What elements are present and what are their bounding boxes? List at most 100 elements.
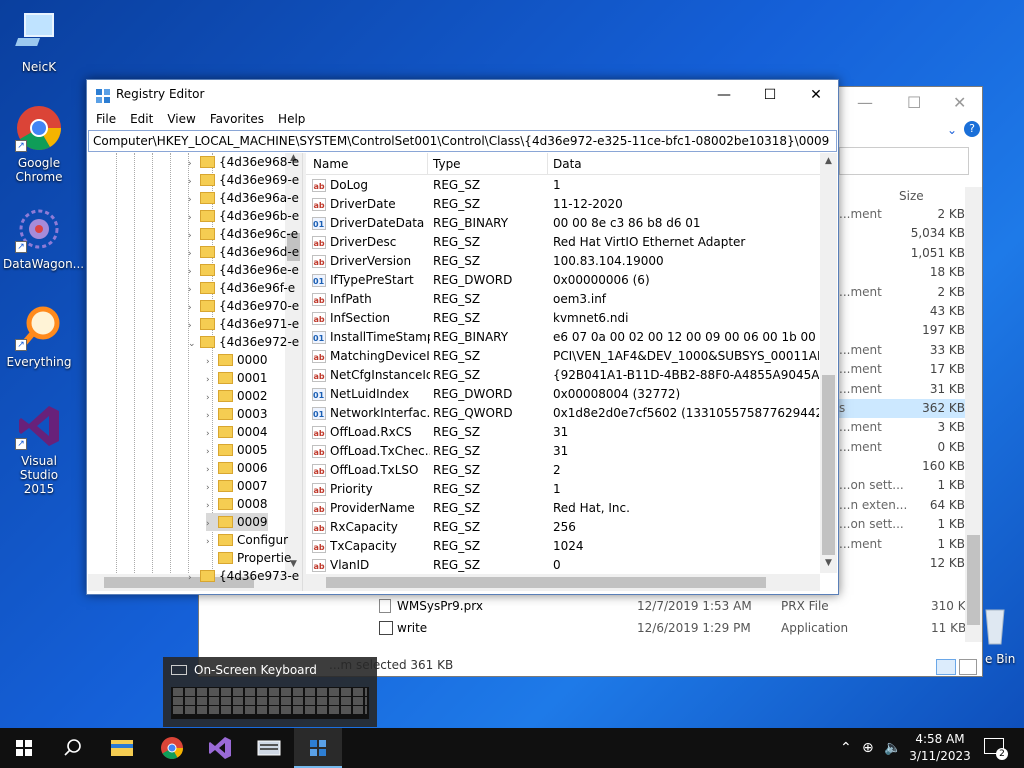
file-row[interactable]: write 12/6/2019 1:29 PM Application 11 K… [375, 617, 975, 639]
explorer-file-row[interactable]: ...ment 2 KB [839, 283, 969, 302]
column-separator[interactable] [547, 153, 548, 175]
explorer-file-row[interactable]: ...ment 1 KB [839, 535, 969, 554]
close-button[interactable]: ✕ [793, 80, 839, 110]
explorer-file-row[interactable]: ...on sett... 1 KB [839, 515, 969, 534]
tree-node[interactable]: › 0007 [206, 477, 268, 495]
taskbar-regedit[interactable] [294, 728, 342, 768]
registry-value-row[interactable]: ab OffLoad.TxLSO REG_SZ 2 [306, 461, 818, 480]
registry-value-row[interactable]: ab InfPath REG_SZ oem3.inf [306, 290, 818, 309]
registry-value-row[interactable]: ab DoLog REG_SZ 1 [306, 176, 818, 195]
explorer-file-row[interactable]: 43 KB [839, 302, 969, 321]
recycle-bin-label[interactable]: e Bin [985, 652, 1015, 666]
maximize-button[interactable]: ☐ [747, 80, 793, 110]
search-button[interactable] [48, 728, 96, 768]
registry-tree[interactable]: ▲ ▼ › {4d36e968-e › {4d36e969-e › {4d36e96a-e… [88, 153, 303, 591]
chevron-up-icon[interactable]: ⌃ [840, 728, 852, 768]
scroll-down-icon[interactable]: ▼ [820, 558, 837, 568]
tree-node[interactable]: › 0002 [206, 387, 268, 405]
explorer-file-row[interactable]: s 362 KB [839, 398, 969, 419]
scroll-thumb[interactable] [326, 577, 766, 588]
registry-value-row[interactable]: ab MatchingDeviceId REG_SZ PCI\VEN_1AF4&DEV… [306, 347, 819, 366]
close-icon[interactable]: ✕ [953, 93, 966, 112]
column-header-type[interactable]: Type [433, 153, 461, 175]
taskbar-clock[interactable]: 4:58 AM 3/11/2023 [905, 731, 975, 765]
tree-node[interactable]: › {4d36e971-e [188, 315, 299, 333]
registry-value-row[interactable]: ab ProviderName REG_SZ Red Hat, Inc. [306, 499, 818, 518]
tree-node[interactable]: ⌄ {4d36e972-e [188, 333, 299, 351]
network-icon[interactable]: ⊕ [862, 728, 874, 768]
regedit-titlebar[interactable]: Registry Editor — ☐ ✕ [87, 80, 838, 110]
tree-node[interactable]: › {4d36e973-e [188, 567, 299, 585]
large-icons-view-icon[interactable] [959, 659, 977, 675]
explorer-vscrollbar[interactable] [965, 187, 982, 642]
registry-value-row[interactable]: ab OffLoad.TxChec... REG_SZ 31 [306, 442, 818, 461]
explorer-file-row[interactable]: ...ment 33 KB [839, 341, 969, 360]
tree-node[interactable]: › 0003 [206, 405, 268, 423]
registry-value-row[interactable]: ab DriverDesc REG_SZ Red Hat VirtIO Etherne… [306, 233, 818, 252]
tree-node[interactable]: › {4d36e970-e [188, 297, 299, 315]
tree-node[interactable]: › {4d36e96f-e [188, 279, 295, 297]
tree-node[interactable]: › {4d36e96c-e [188, 225, 298, 243]
address-bar[interactable]: Computer\HKEY_LOCAL_MACHINE\SYSTEM\Contr… [88, 130, 837, 152]
registry-value-row[interactable]: ab Priority REG_SZ 1 [306, 480, 818, 499]
registry-value-row[interactable]: 011 NetLuidIndex REG_DWORD 0x00008004 (3277… [306, 385, 818, 404]
file-row[interactable]: WMSysPr9.prx 12/7/2019 1:53 AM PRX File … [375, 595, 975, 617]
chevron-down-icon[interactable]: ⌄ [947, 123, 957, 137]
explorer-file-row[interactable]: 197 KB [839, 321, 969, 340]
registry-value-row[interactable]: ab OffLoad.RxCS REG_SZ 31 [306, 423, 818, 442]
explorer-file-row[interactable]: ...ment 3 KB [839, 418, 969, 437]
registry-value-row[interactable]: ab DriverVersion REG_SZ 100.83.104.19000 [306, 252, 818, 271]
desktop-icon-chrome[interactable]: ↗ Google Chrome [3, 104, 75, 184]
tree-node[interactable]: › {4d36e96b-e [188, 207, 299, 225]
desktop-icon-everything[interactable]: ↗ Everything [3, 303, 75, 369]
desktop-icon-datawagon[interactable]: ↗ DataWagon... [3, 205, 84, 271]
registry-value-row[interactable]: 011 DriverDateData REG_BINARY 00 00 8e c3 8… [306, 214, 818, 233]
menu-view[interactable]: View [160, 110, 202, 130]
explorer-file-row[interactable]: 18 KB [839, 263, 969, 282]
taskbar-visual-studio[interactable] [196, 728, 244, 768]
explorer-file-row[interactable]: ...n exten... 64 KB [839, 496, 969, 515]
tree-node[interactable]: › Configur [206, 531, 288, 549]
explorer-file-row[interactable]: ...ment 0 KB [839, 438, 969, 457]
explorer-file-row[interactable]: ...ment 2 KB [839, 205, 969, 224]
explorer-file-row[interactable]: ...ment 17 KB [839, 360, 969, 379]
explorer-file-row[interactable]: 5,034 KB [839, 224, 969, 243]
explorer-file-row[interactable]: ...on sett... 1 KB [839, 476, 969, 495]
column-header-size[interactable]: Size [899, 189, 924, 203]
scroll-thumb[interactable] [967, 535, 980, 625]
registry-value-row[interactable]: 011 IfTypePreStart REG_DWORD 0x00000006 (6) [306, 271, 818, 290]
values-hscrollbar[interactable] [306, 574, 820, 591]
scroll-thumb[interactable] [822, 375, 835, 555]
tree-node[interactable]: › 0006 [206, 459, 268, 477]
minimize-icon[interactable]: — [857, 93, 873, 112]
taskbar-file-explorer[interactable] [98, 728, 146, 768]
taskbar-osk[interactable] [245, 728, 293, 768]
start-button[interactable] [0, 728, 48, 768]
tree-node[interactable]: › {4d36e968-e [188, 153, 299, 171]
tree-node[interactable]: › {4d36e969-e [188, 171, 299, 189]
registry-value-row[interactable]: ab DriverDate REG_SZ 11-12-2020 [306, 195, 818, 214]
column-header-name[interactable]: Name [313, 153, 348, 175]
maximize-icon[interactable]: ☐ [907, 93, 921, 112]
column-separator[interactable] [427, 153, 428, 175]
menu-help[interactable]: Help [271, 110, 312, 130]
tree-node[interactable]: › 0008 [206, 495, 268, 513]
registry-editor-window[interactable]: Registry Editor — ☐ ✕ File Edit View Fav… [86, 79, 839, 595]
tree-node[interactable]: Propertie [206, 549, 291, 567]
registry-values-list[interactable]: Name Type Data ▲ ▼ ab DoLog REG_SZ 1 ab Drive… [306, 153, 837, 591]
tree-node[interactable]: › {4d36e96e-e [188, 261, 299, 279]
registry-value-row[interactable]: ab NetCfgInstanceId REG_SZ {92B041A1-B11D-4… [306, 366, 819, 385]
chevron-down-icon[interactable]: ⌄ [188, 335, 200, 353]
menu-edit[interactable]: Edit [123, 110, 160, 130]
desktop-icon-neick[interactable]: NeicK [3, 8, 75, 74]
recycle-bin-icon[interactable] [984, 606, 1006, 646]
minimize-button[interactable]: — [701, 80, 747, 110]
desktop-icon-visual-studio[interactable]: ↗ Visual Studio 2015 [3, 402, 75, 496]
tree-node[interactable]: › 0009 [206, 513, 268, 531]
details-view-icon[interactable] [936, 659, 956, 675]
on-screen-keyboard-preview[interactable]: On-Screen Keyboard [163, 657, 377, 727]
registry-value-row[interactable]: 011 NetworkInterfac...REG_QWORD 0x1d8e2d0e… [306, 404, 819, 423]
tree-node[interactable]: › {4d36e96d-e [188, 243, 299, 261]
registry-value-row[interactable]: ab InfSection REG_SZ kvmnet6.ndi [306, 309, 818, 328]
registry-value-row[interactable]: ab TxCapacity REG_SZ 1024 [306, 537, 818, 556]
